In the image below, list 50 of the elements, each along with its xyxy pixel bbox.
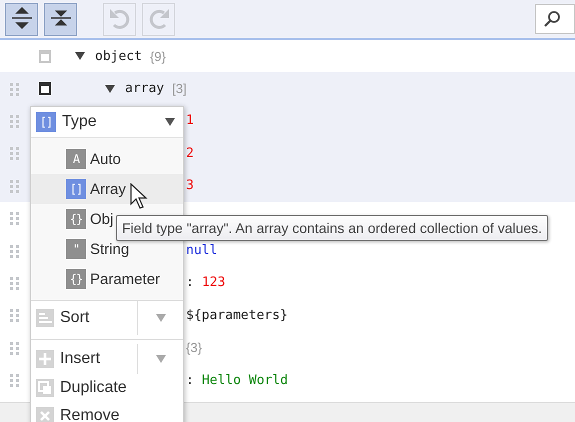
field-key[interactable]: object (95, 48, 142, 64)
field-value[interactable]: Hello World (202, 372, 288, 388)
type-icon: {} (66, 209, 86, 229)
sort-menu-item[interactable]: Sort (31, 301, 137, 335)
duplicate-icon (36, 379, 54, 397)
drag-handle-icon[interactable] (9, 373, 21, 388)
separator: : (186, 372, 194, 388)
drag-handle-icon[interactable] (9, 114, 21, 128)
item-count: {9} (150, 48, 166, 64)
insert-icon (36, 350, 54, 368)
tooltip: Field type "array". An array contains an ordered collection of values. (116, 215, 548, 241)
collapse-all-button[interactable] (44, 2, 77, 36)
field-key[interactable]: array (125, 81, 164, 96)
drag-handle-icon[interactable] (9, 244, 21, 258)
expand-toggle[interactable] (75, 52, 85, 60)
expand-toggle[interactable] (105, 84, 115, 93)
search-icon (542, 9, 562, 29)
context-menu-button[interactable] (39, 82, 51, 96)
menu-item[interactable]: [] Array (31, 174, 183, 204)
field-value[interactable]: null (186, 243, 218, 258)
sort-icon (36, 309, 54, 327)
drag-handle-icon[interactable] (9, 146, 21, 160)
type-icon: {} (66, 269, 86, 289)
duplicate-menu-item[interactable]: Duplicate (31, 374, 183, 402)
field-value[interactable]: 1 (186, 113, 194, 128)
search-field[interactable] (535, 4, 575, 34)
type-icon: " (66, 239, 86, 259)
type-dropdown-button[interactable]: [] Type (31, 107, 183, 138)
menu-item[interactable]: {} Parameter (31, 264, 183, 294)
mouse-pointer-icon (130, 183, 148, 210)
caret-icon (165, 118, 175, 126)
drag-handle-icon[interactable] (9, 308, 21, 322)
array-type-icon: [] (36, 112, 56, 132)
type-icon: [] (66, 179, 86, 199)
expand-all-button[interactable] (5, 2, 38, 36)
insert-menu-item[interactable]: Insert (31, 344, 137, 374)
field-value[interactable]: 3 (186, 178, 194, 194)
field-value[interactable]: ${parameters} (186, 308, 288, 323)
separator: : (186, 275, 194, 290)
item-count: [3] (172, 81, 187, 96)
field-value[interactable]: 2 (186, 146, 194, 161)
type-icon: A (66, 149, 86, 169)
drag-handle-icon[interactable] (9, 82, 21, 96)
drag-handle-icon[interactable] (9, 211, 21, 226)
drag-handle-icon[interactable] (9, 340, 21, 355)
item-count: {3} (186, 340, 202, 356)
drag-handle-icon[interactable] (9, 276, 21, 290)
drag-handle-icon[interactable] (9, 178, 21, 193)
field-value[interactable]: 123 (202, 275, 226, 290)
menu-item[interactable]: A Auto (31, 144, 183, 174)
